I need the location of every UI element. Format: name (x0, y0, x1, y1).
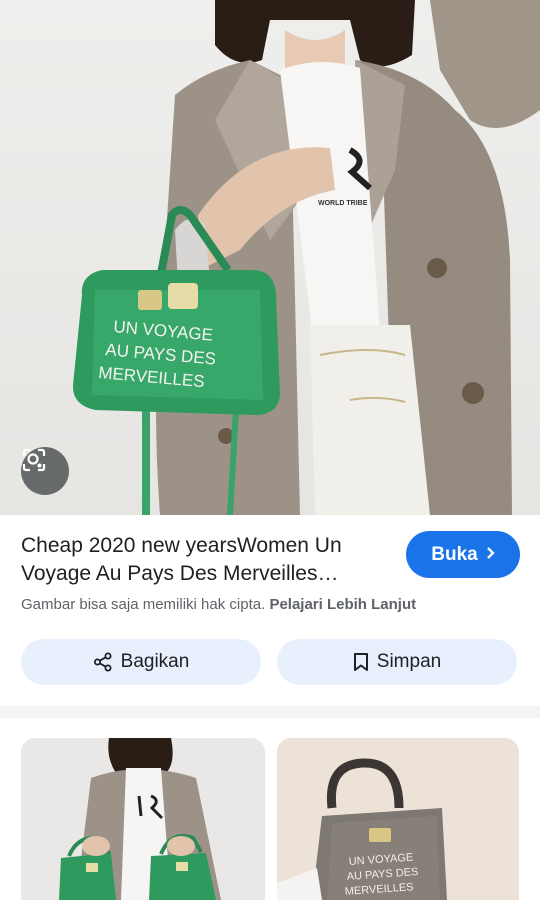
shirt-print: WORLD TRIBE (318, 200, 368, 207)
chevron-right-icon (486, 544, 495, 566)
related-photo-1 (59, 738, 221, 900)
learn-more-link[interactable]: Pelajari Lebih Lanjut (269, 596, 416, 613)
visit-label: Buka (431, 543, 478, 565)
bookmark-icon (353, 653, 368, 671)
related-image-2[interactable]: UN VOYAGE AU PAYS DES MERVEILLES (277, 738, 519, 900)
copyright-text: Gambar bisa saja memiliki hak cipta. (21, 596, 266, 613)
visual-search-button[interactable] (21, 447, 69, 495)
section-divider (0, 706, 540, 718)
visit-button[interactable]: Buka (406, 531, 520, 578)
save-label: Simpan (376, 651, 442, 672)
main-image[interactable]: WORLD TRIBE UN VOYAGE AU PAYS DES MERVEI… (0, 0, 540, 515)
share-label: Bagikan (120, 651, 190, 672)
share-button[interactable]: Bagikan (21, 639, 261, 685)
share-icon (93, 652, 112, 672)
save-button[interactable]: Simpan (277, 639, 517, 685)
related-image-1[interactable] (21, 738, 265, 900)
photo-illustration: WORLD TRIBE UN VOYAGE AU PAYS DES MERVEI… (72, 0, 540, 515)
result-title[interactable]: Cheap 2020 new yearsWomen Un Voyage Au P… (21, 532, 381, 588)
related-photo-2: UN VOYAGE AU PAYS DES MERVEILLES (277, 758, 447, 900)
copyright-notice: Gambar bisa saja memiliki hak cipta. Pel… (21, 596, 416, 613)
lens-icon (22, 448, 46, 472)
